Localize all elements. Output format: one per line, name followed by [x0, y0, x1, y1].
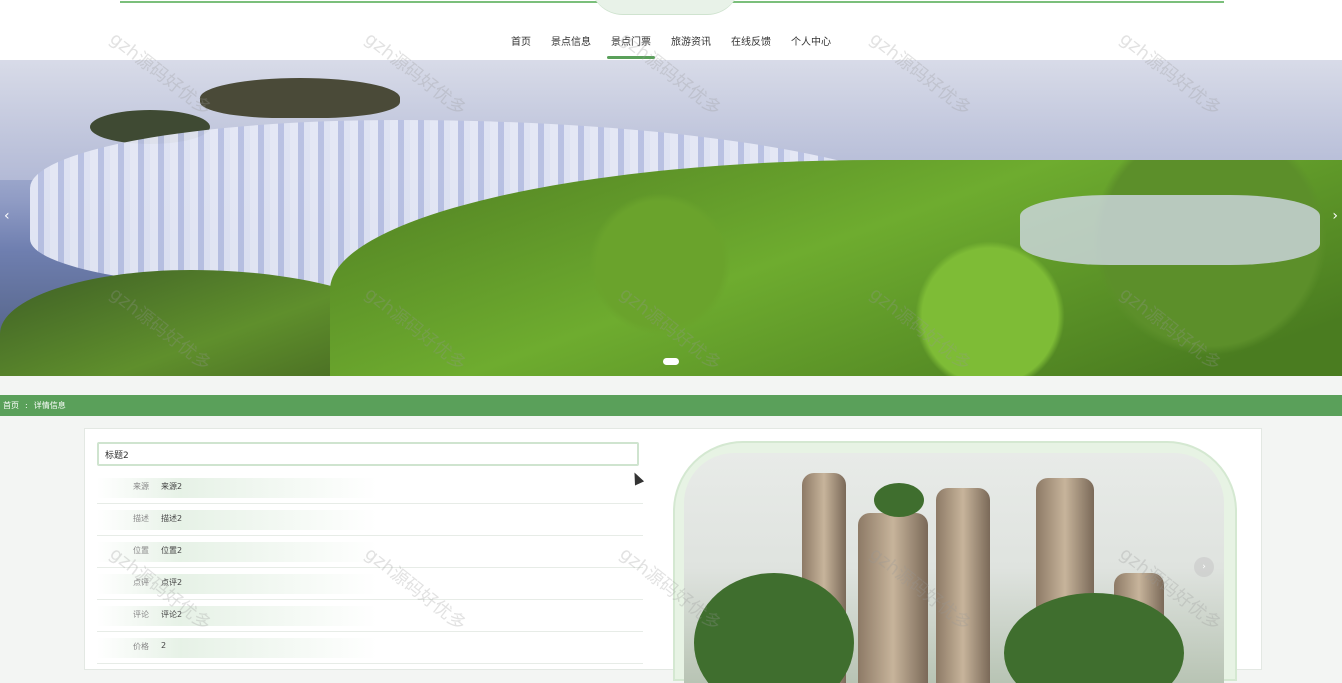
detail-row-comment: 评论 评论2 — [97, 599, 643, 632]
nav-item-profile[interactable]: 个人中心 — [781, 31, 841, 59]
image-rock-pillar — [858, 513, 928, 683]
row-label: 点评 — [133, 578, 149, 587]
detail-row-description: 描述 描述2 — [97, 503, 643, 536]
row-value: 2 — [161, 641, 167, 650]
row-value: 描述2 — [161, 514, 183, 523]
image-forest — [874, 483, 924, 517]
breadcrumb-separator: : — [25, 401, 28, 410]
detail-title: 标题2 — [97, 442, 639, 466]
nav-item-feedback[interactable]: 在线反馈 — [721, 31, 781, 59]
nav-item-home[interactable]: 首页 — [501, 31, 541, 59]
detail-row-price: 价格 2 — [97, 631, 643, 664]
nav-item-attractions[interactable]: 景点信息 — [541, 31, 601, 59]
breadcrumb: 首页: 详情信息 — [0, 395, 1342, 416]
header-bar: 首页 景点信息 景点门票 旅游资讯 在线反馈 个人中心 — [0, 0, 1342, 60]
row-value: 评论2 — [161, 610, 183, 619]
row-value: 来源2 — [161, 482, 183, 491]
detail-image: › — [684, 453, 1224, 683]
nav-item-tickets[interactable]: 景点门票 — [601, 31, 661, 59]
detail-panel: 标题2 来源 来源2 描述 描述2 位置 位置2 点评 点评2 评论 评论2 价… — [84, 428, 1262, 683]
nav-item-news[interactable]: 旅游资讯 — [661, 31, 721, 59]
header-decoration-arc — [590, 0, 740, 15]
row-label: 评论 — [133, 610, 149, 619]
row-label: 来源 — [133, 482, 149, 491]
row-value: 位置2 — [161, 546, 183, 555]
breadcrumb-home[interactable]: 首页 — [0, 401, 22, 410]
row-label: 价格 — [133, 642, 149, 651]
row-label: 位置 — [133, 546, 149, 555]
carousel-prev-icon[interactable]: ‹ — [4, 208, 10, 224]
image-next-icon[interactable]: › — [1194, 557, 1214, 577]
row-value: 点评2 — [161, 578, 183, 587]
banner-carousel: ‹ › — [0, 60, 1342, 376]
banner-rock — [200, 78, 400, 118]
carousel-indicator-dot[interactable] — [663, 358, 679, 365]
row-label: 描述 — [133, 514, 149, 523]
detail-row-review: 点评 点评2 — [97, 567, 643, 600]
carousel-next-icon[interactable]: › — [1332, 208, 1338, 224]
main-nav: 首页 景点信息 景点门票 旅游资讯 在线反馈 个人中心 — [0, 31, 1342, 59]
detail-row-location: 位置 位置2 — [97, 535, 643, 568]
banner-pools — [1020, 195, 1320, 265]
detail-row-source: 来源 来源2 — [97, 471, 643, 504]
breadcrumb-current: 详情信息 — [33, 401, 66, 410]
